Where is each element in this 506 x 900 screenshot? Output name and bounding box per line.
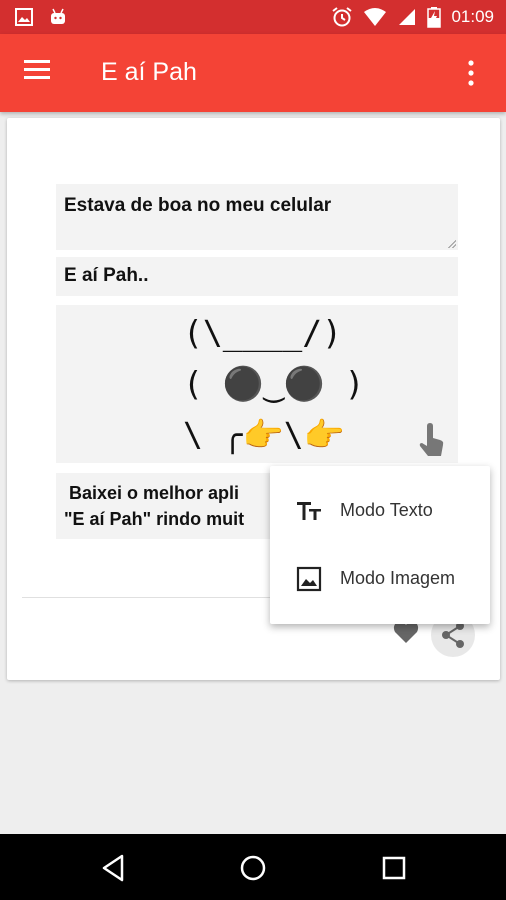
status-bar: 01:09 bbox=[0, 0, 506, 34]
text-field-3-line1: Baixei o melhor apli bbox=[69, 483, 240, 503]
recents-icon[interactable] bbox=[374, 848, 414, 888]
clock: 01:09 bbox=[451, 7, 494, 26]
resize-handle-icon[interactable] bbox=[448, 240, 456, 248]
wifi-icon bbox=[364, 8, 387, 26]
popup-menu: Modo Texto Modo Imagem bbox=[270, 466, 490, 624]
text-field-1[interactable]: Estava de boa no meu celular bbox=[56, 184, 458, 250]
alarm-icon bbox=[332, 7, 353, 27]
image-icon bbox=[15, 8, 33, 26]
text-field-3-line2: "E aí Pah" rindo muit bbox=[64, 509, 245, 529]
hamburger-menu-icon[interactable] bbox=[22, 56, 52, 86]
text-field-2-value: E aí Pah.. bbox=[64, 265, 149, 286]
app-bar: E aí Pah bbox=[0, 34, 506, 112]
android-icon bbox=[51, 8, 65, 24]
image-icon bbox=[296, 566, 322, 592]
home-icon[interactable] bbox=[233, 848, 273, 888]
more-vert-icon[interactable] bbox=[466, 58, 476, 88]
text-format-icon bbox=[297, 502, 321, 520]
image-field[interactable]: (\____/) ( ⚫‿⚫ ) \ ╭👉\👉 bbox=[56, 305, 458, 463]
ascii-art: (\____/) ( ⚫‿⚫ ) \ ╭👉\👉 bbox=[183, 313, 365, 454]
navigation-bar bbox=[0, 834, 506, 900]
menu-item-modo-imagem[interactable]: Modo Imagem bbox=[270, 548, 490, 608]
back-icon[interactable] bbox=[94, 848, 134, 888]
battery-charging-icon bbox=[427, 7, 442, 28]
menu-item-modo-texto[interactable]: Modo Texto bbox=[270, 480, 490, 540]
signal-icon bbox=[399, 9, 416, 25]
text-field-1-value: Estava de boa no meu celular bbox=[64, 195, 332, 216]
menu-item-label: Modo Texto bbox=[340, 500, 433, 520]
touch-app-icon[interactable] bbox=[416, 422, 446, 458]
app-title: E aí Pah bbox=[101, 58, 197, 86]
menu-item-label: Modo Imagem bbox=[340, 568, 456, 588]
text-field-2[interactable]: E aí Pah.. bbox=[56, 257, 458, 296]
